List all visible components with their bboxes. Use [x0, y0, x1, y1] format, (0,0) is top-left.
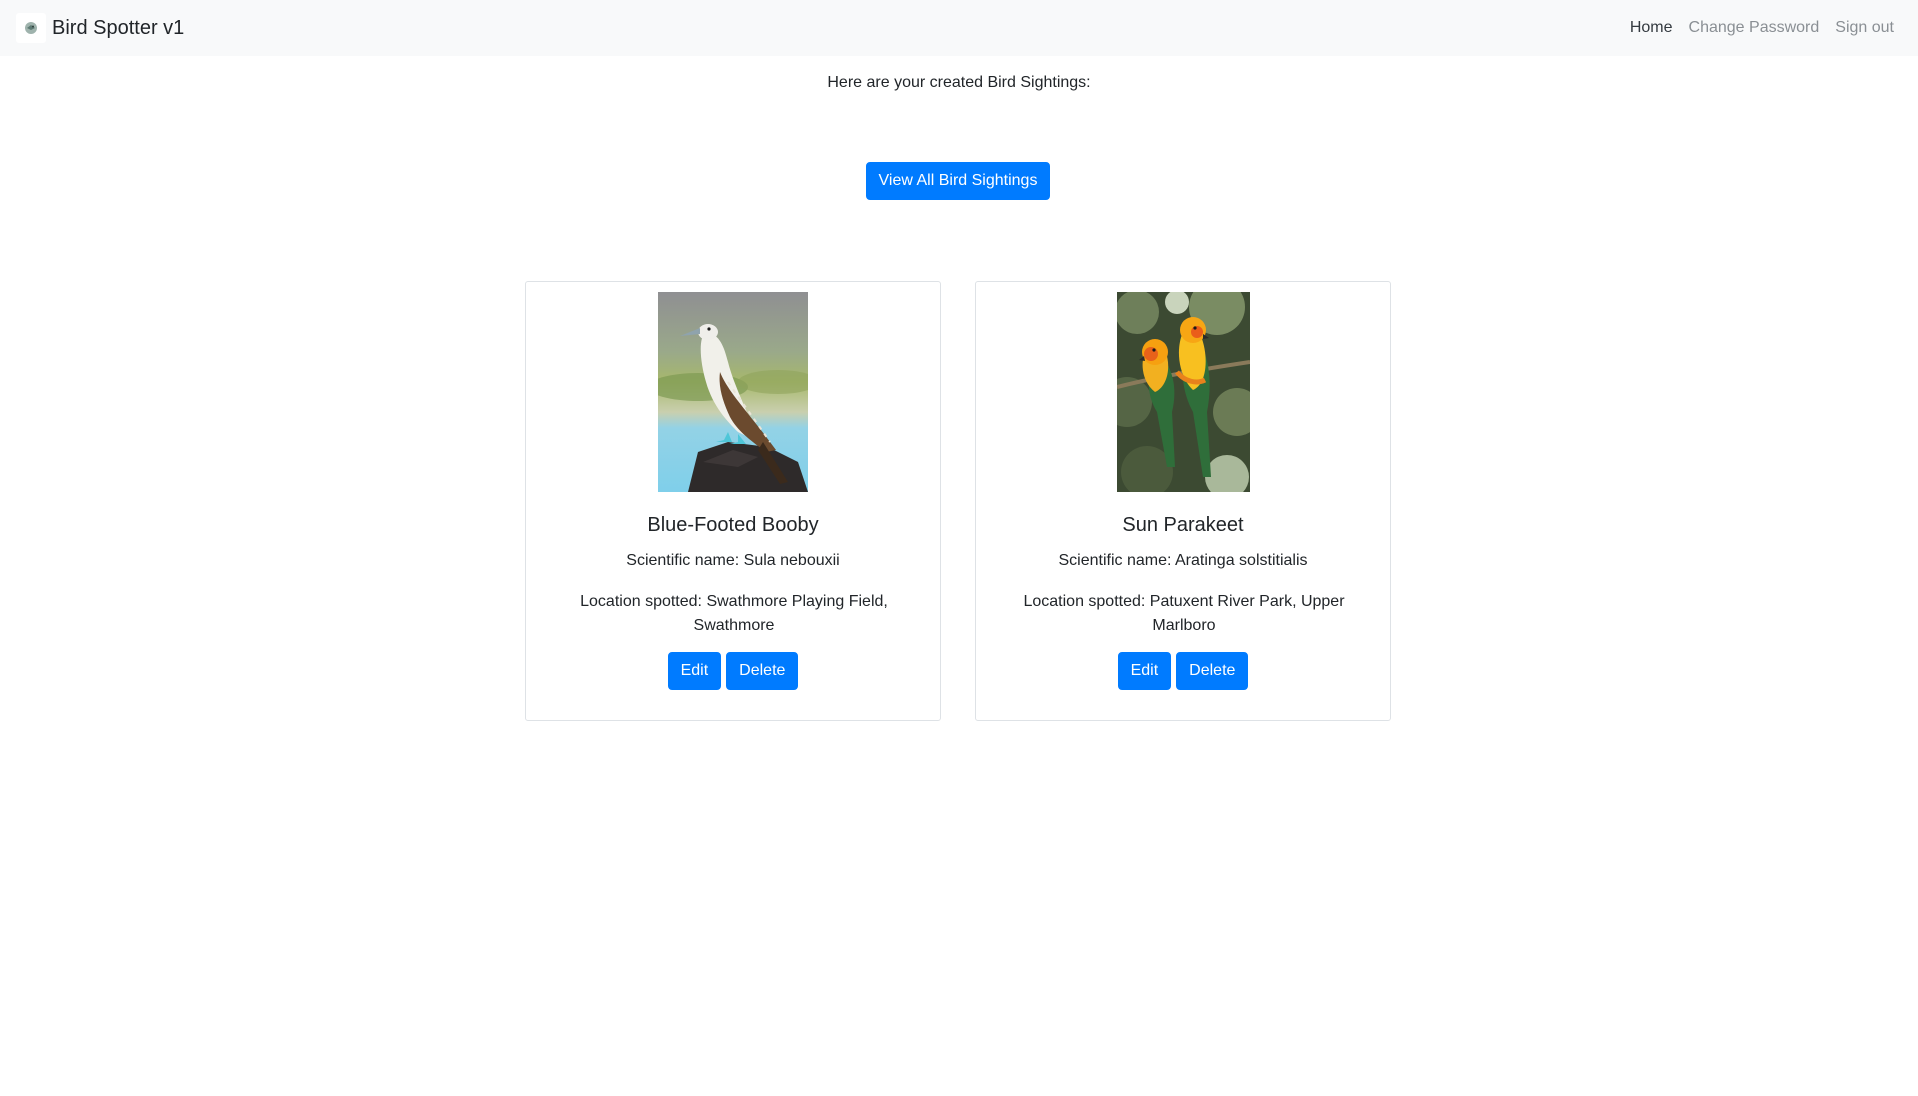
nav-change-password[interactable]: Change Password — [1681, 19, 1828, 37]
view-all-sightings-button[interactable]: View All Bird Sightings — [866, 162, 1050, 200]
edit-button[interactable]: Edit — [1117, 652, 1172, 690]
location-spotted: Location spotted: Patuxent River Park, U… — [1023, 593, 1345, 634]
sighting-card: Blue-Footed Booby Scientific name: Sula … — [525, 281, 941, 721]
brand-title: Bird Spotter v1 — [52, 16, 185, 39]
scientific-name: Scientific name: Sula nebouxii — [626, 552, 840, 569]
sighting-card: Sun Parakeet Scientific name: Aratinga s… — [975, 281, 1391, 721]
card-actions: Edit Delete — [976, 652, 1390, 690]
nav-home[interactable]: Home — [1622, 19, 1681, 37]
bird-name: Blue-Footed Booby — [647, 514, 819, 536]
delete-button[interactable]: Delete — [726, 652, 799, 690]
nav-sign-out[interactable]: Sign out — [1827, 19, 1902, 37]
bird-logo-icon — [16, 13, 46, 43]
intro-text: Here are your created Bird Sightings: — [827, 74, 1091, 91]
card-actions: Edit Delete — [526, 652, 940, 690]
brand-link[interactable]: Bird Spotter v1 — [16, 13, 184, 43]
bird-photo — [1117, 292, 1250, 492]
location-spotted: Location spotted: Swathmore Playing Fiel… — [580, 593, 888, 634]
bird-name: Sun Parakeet — [1122, 514, 1244, 536]
bird-photo — [658, 292, 808, 492]
scientific-name: Scientific name: Aratinga solstitialis — [1058, 552, 1308, 569]
nav-links: Home Change Password Sign out — [1622, 19, 1902, 37]
navbar: Bird Spotter v1 Home Change Password Sig… — [0, 0, 1918, 56]
delete-button[interactable]: Delete — [1176, 652, 1249, 690]
edit-button[interactable]: Edit — [667, 652, 722, 690]
